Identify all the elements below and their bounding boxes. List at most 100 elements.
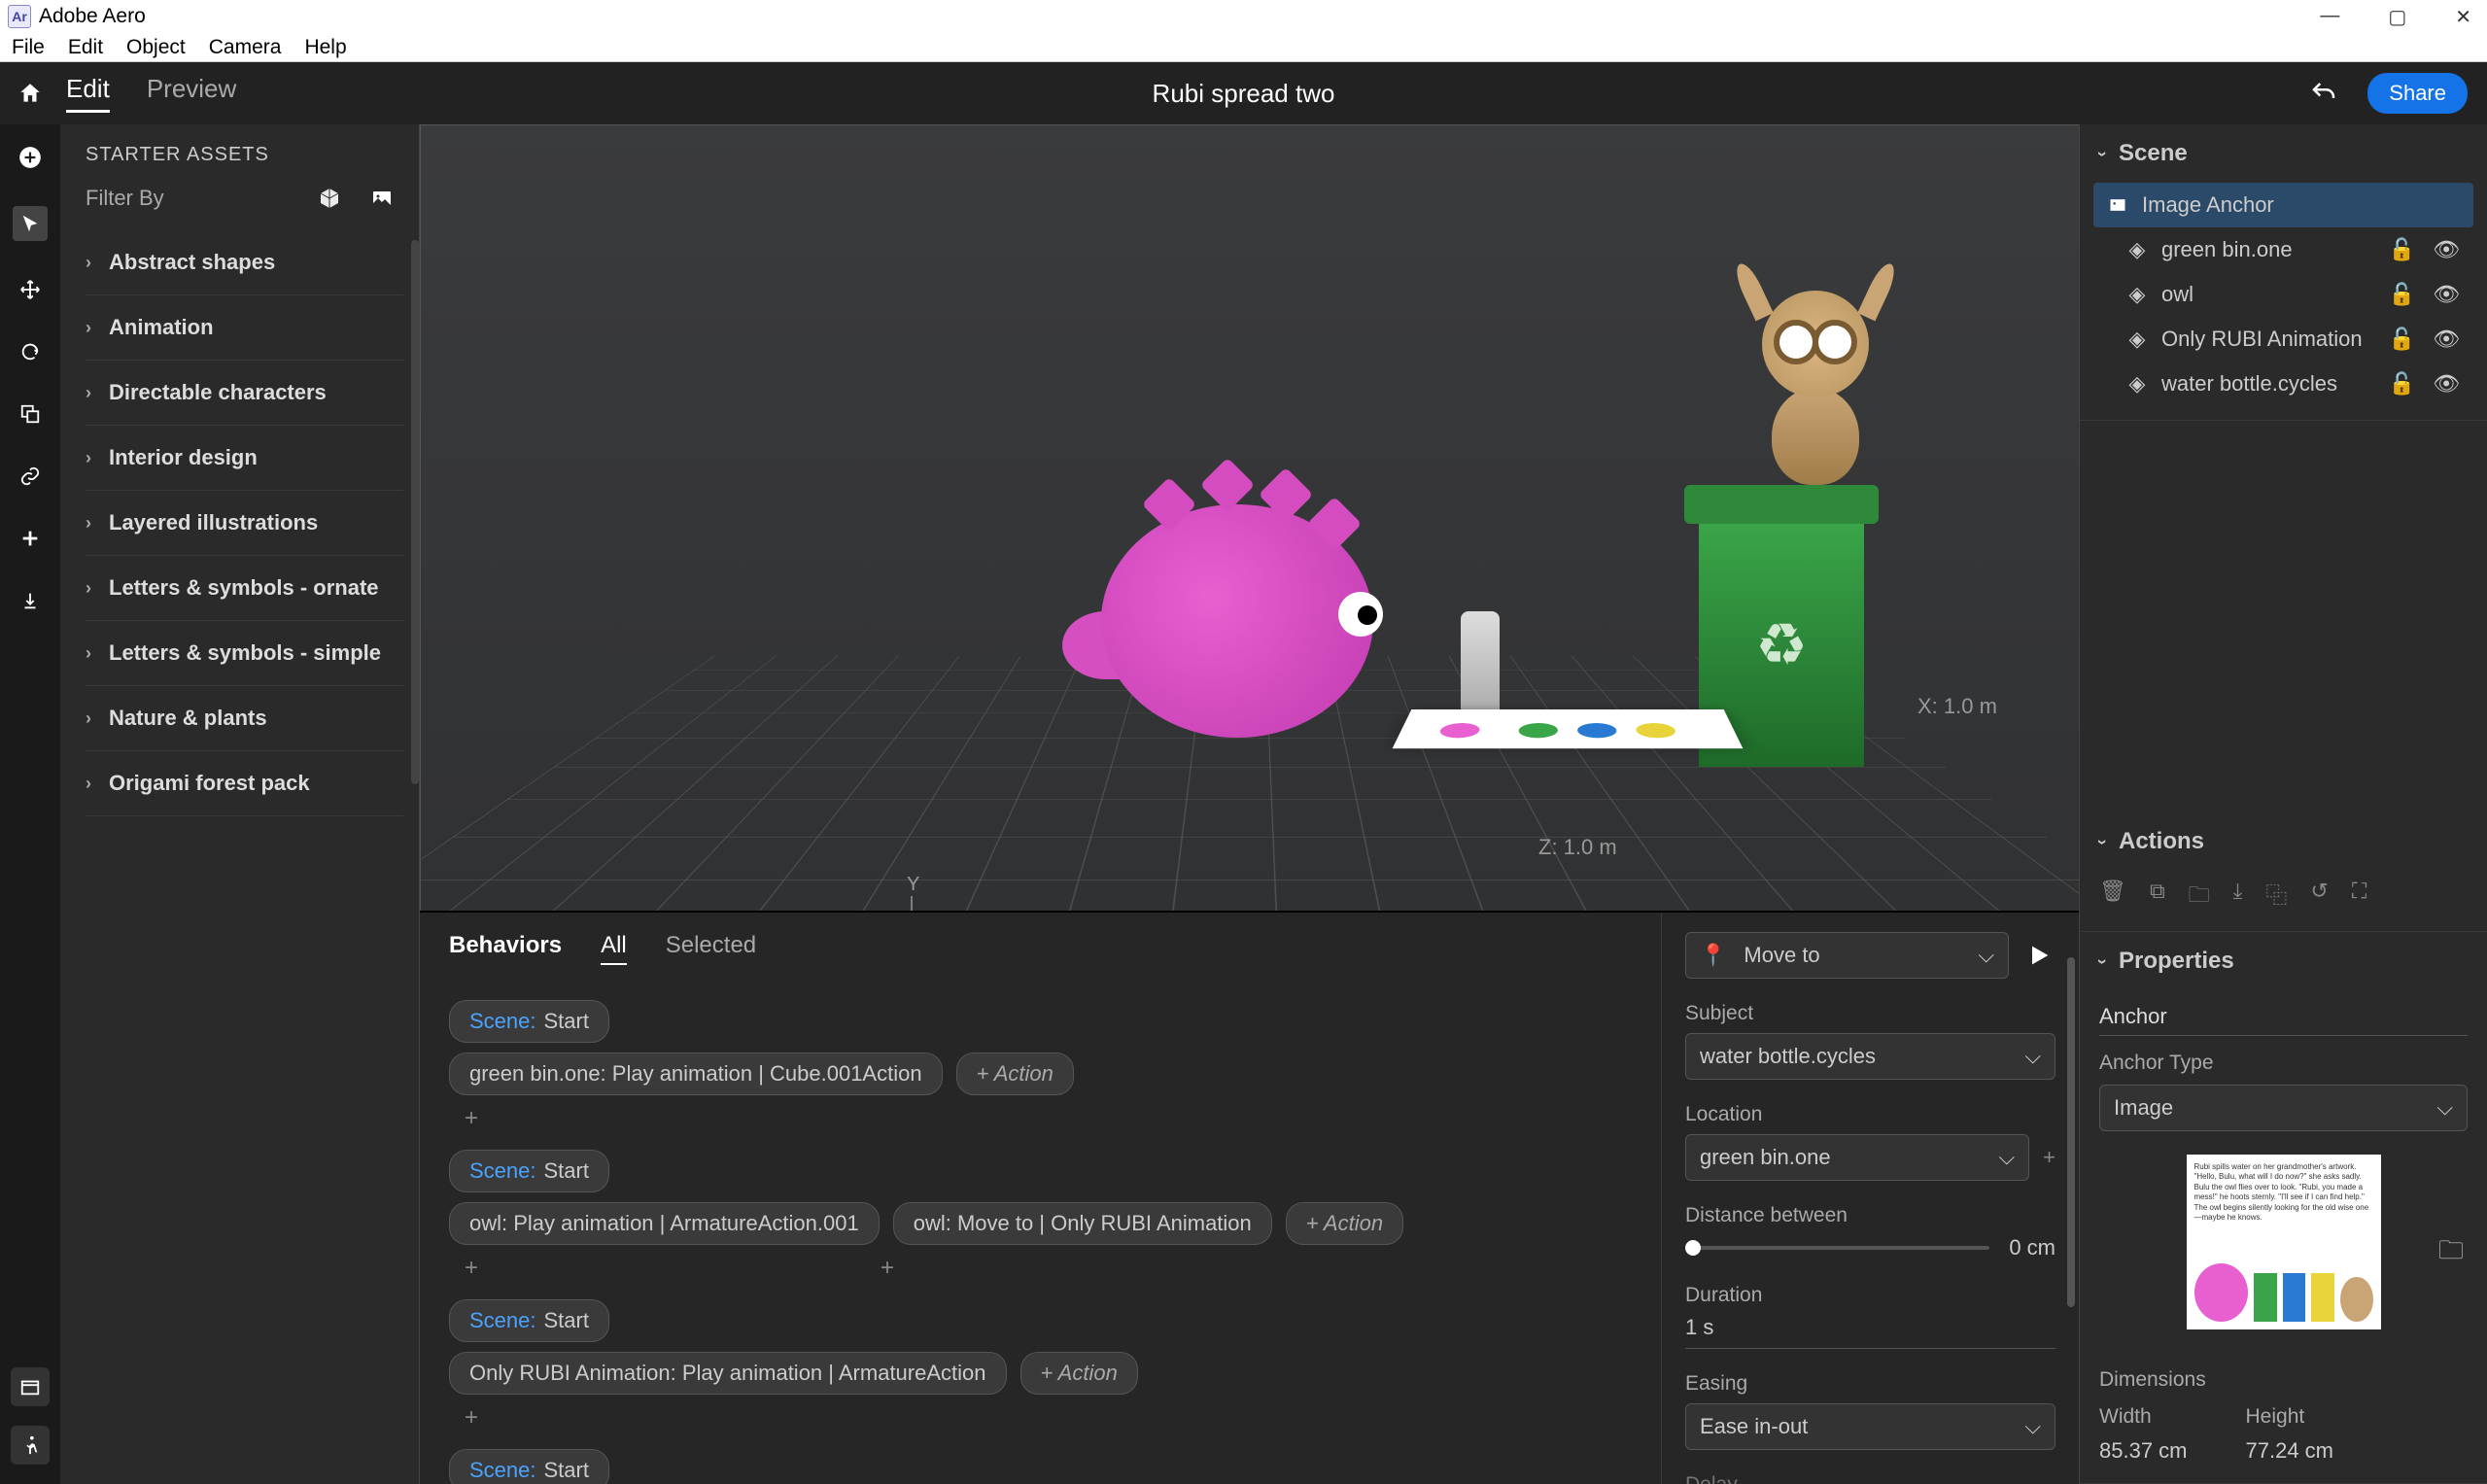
add-trigger-icon[interactable]: + — [465, 1404, 1632, 1432]
lock-icon[interactable]: 🔓 — [2389, 237, 2415, 262]
visibility-icon[interactable]: 👁 — [2433, 371, 2460, 397]
subject-select[interactable]: water bottle.cycles⌵ — [1685, 1033, 2055, 1080]
cat-interior-design[interactable]: ›Interior design — [86, 426, 403, 491]
undo-icon[interactable] — [2309, 79, 2338, 108]
tab-all[interactable]: All — [601, 932, 627, 965]
distance-slider[interactable] — [1685, 1246, 1989, 1250]
chevron-right-icon: › — [86, 253, 91, 273]
lock-icon[interactable]: 🔓 — [2389, 371, 2415, 397]
tab-behaviors[interactable]: Behaviors — [449, 932, 562, 965]
duplicate-icon[interactable]: ⧉ — [2150, 879, 2165, 915]
location-select[interactable]: green bin.one⌵ — [1685, 1134, 2029, 1181]
action-chip[interactable]: owl: Play animation | ArmatureAction.001 — [449, 1202, 880, 1245]
add-action-label: + Action — [1041, 1361, 1118, 1386]
menu-edit[interactable]: Edit — [68, 36, 103, 59]
scale-tool-icon[interactable] — [17, 400, 44, 428]
add-asset-icon[interactable] — [17, 144, 44, 171]
trigger-chip[interactable]: Scene:Start — [449, 1449, 609, 1484]
delete-icon[interactable]: 🗑 — [2099, 879, 2126, 915]
folder-icon[interactable]: 🗀 — [2189, 879, 2210, 915]
cat-layered-illustrations[interactable]: ›Layered illustrations — [86, 491, 403, 556]
close-icon[interactable]: ✕ — [2455, 5, 2471, 29]
trigger-chip[interactable]: Scene:Start — [449, 1000, 609, 1043]
menu-file[interactable]: File — [12, 36, 45, 59]
share-button[interactable]: Share — [2367, 73, 2468, 114]
scrollbar[interactable] — [411, 240, 419, 784]
scrollbar[interactable] — [2067, 957, 2075, 1307]
add-trigger-icon[interactable]: + — [465, 1255, 478, 1282]
distance-label: Distance between — [1685, 1204, 2055, 1227]
add-trigger-icon[interactable]: + — [881, 1255, 894, 1282]
play-action-button[interactable] — [2022, 939, 2055, 972]
visibility-icon[interactable]: 👁 — [2433, 282, 2460, 307]
add-action-button[interactable]: + Action — [1286, 1202, 1403, 1245]
chevron-down-icon[interactable]: › — [2092, 839, 2113, 845]
cat-abstract-shapes[interactable]: ›Abstract shapes — [86, 230, 403, 295]
run-person-icon[interactable] — [11, 1426, 50, 1465]
link-tool-icon[interactable] — [17, 463, 44, 490]
add-action-button[interactable]: + Action — [1020, 1352, 1138, 1395]
down-tool-icon[interactable] — [17, 587, 44, 614]
height-value[interactable]: 77.24 cm — [2246, 1438, 2334, 1464]
filter-image-icon[interactable] — [370, 187, 394, 210]
cat-letters-ornate[interactable]: ›Letters & symbols - ornate — [86, 556, 403, 621]
lock-icon[interactable]: 🔓 — [2389, 327, 2415, 352]
trigger-chip[interactable]: Scene:Start — [449, 1150, 609, 1192]
library-icon[interactable] — [11, 1367, 50, 1406]
select-tool-icon[interactable] — [13, 206, 48, 241]
add-location-icon[interactable]: + — [2043, 1145, 2055, 1170]
mode-preview[interactable]: Preview — [147, 74, 236, 113]
reset-icon[interactable]: ↺ — [2310, 879, 2328, 915]
action-chip[interactable]: Only RUBI Animation: Play animation | Ar… — [449, 1352, 1007, 1395]
minimize-icon[interactable]: — — [2320, 5, 2339, 29]
menu-object[interactable]: Object — [126, 36, 186, 59]
cat-animation[interactable]: ›Animation — [86, 295, 403, 361]
chevron-down-icon[interactable]: › — [2092, 958, 2113, 964]
visibility-icon[interactable]: 👁 — [2433, 237, 2460, 262]
scene-item-bottle[interactable]: ◈water bottle.cycles🔓👁 — [2113, 362, 2473, 406]
expand-icon[interactable]: ⛶ — [2352, 879, 2366, 915]
rotate-tool-icon[interactable] — [17, 338, 44, 365]
action-chip[interactable]: green bin.one: Play animation | Cube.001… — [449, 1053, 943, 1095]
menu-camera[interactable]: Camera — [209, 36, 282, 59]
easing-select[interactable]: Ease in-out⌵ — [1685, 1403, 2055, 1450]
cat-letters-simple[interactable]: ›Letters & symbols - simple — [86, 621, 403, 686]
anchor-type-select[interactable]: Image⌵ — [2099, 1085, 2468, 1131]
scene-item-rubi[interactable]: ◈Only RUBI Animation🔓👁 — [2113, 317, 2473, 362]
group-icon[interactable]: ⿻ — [2265, 879, 2287, 915]
cube-icon: ◈ — [2126, 373, 2148, 395]
tab-selected[interactable]: Selected — [666, 932, 756, 965]
width-value[interactable]: 85.37 cm — [2099, 1438, 2188, 1464]
cat-directable-characters[interactable]: ›Directable characters — [86, 361, 403, 426]
3d-viewport[interactable]: X: 1.0 m Z: 1.0 m Y X Z — [420, 124, 2079, 911]
chevron-down-icon[interactable]: › — [2092, 151, 2113, 156]
import-icon[interactable]: ⤓ — [2233, 879, 2243, 915]
add-trigger-icon[interactable]: + — [465, 1105, 1632, 1132]
home-button[interactable] — [0, 81, 60, 106]
owl-object[interactable] — [1733, 291, 1898, 485]
image-anchor-plane[interactable] — [1393, 709, 1744, 748]
scene-item-green-bin[interactable]: ◈green bin.one🔓👁 — [2113, 227, 2473, 272]
maximize-icon[interactable]: ▢ — [2388, 5, 2406, 29]
mode-edit[interactable]: Edit — [66, 74, 110, 113]
anchor-preview-image[interactable]: Rubi spills water on her grandmother's a… — [2187, 1155, 2381, 1329]
action-chip[interactable]: owl: Move to | Only RUBI Animation — [893, 1202, 1272, 1245]
water-bottle-object[interactable] — [1461, 611, 1500, 718]
filter-3d-icon[interactable] — [318, 187, 341, 210]
visibility-icon[interactable]: 👁 — [2433, 327, 2460, 352]
menu-help[interactable]: Help — [304, 36, 346, 59]
duration-value[interactable]: 1 s — [1685, 1315, 1713, 1339]
scene-item-image-anchor[interactable]: Image Anchor — [2093, 183, 2473, 227]
move-tool-icon[interactable] — [17, 276, 44, 303]
add-action-button[interactable]: + Action — [956, 1053, 1074, 1095]
scene-item-owl[interactable]: ◈owl🔓👁 — [2113, 272, 2473, 317]
trigger-chip[interactable]: Scene:Start — [449, 1299, 609, 1342]
cat-origami-forest[interactable]: ›Origami forest pack — [86, 751, 403, 816]
cat-nature-plants[interactable]: ›Nature & plants — [86, 686, 403, 751]
rubi-character[interactable] — [1072, 456, 1422, 757]
action-type-select[interactable]: 📍Move to ⌵ — [1685, 932, 2009, 979]
lock-icon[interactable]: 🔓 — [2389, 282, 2415, 307]
app-logo-icon: Ar — [8, 5, 31, 28]
plus-tool-icon[interactable] — [17, 525, 44, 552]
browse-anchor-image-icon[interactable]: 🗀 — [2438, 1232, 2464, 1275]
